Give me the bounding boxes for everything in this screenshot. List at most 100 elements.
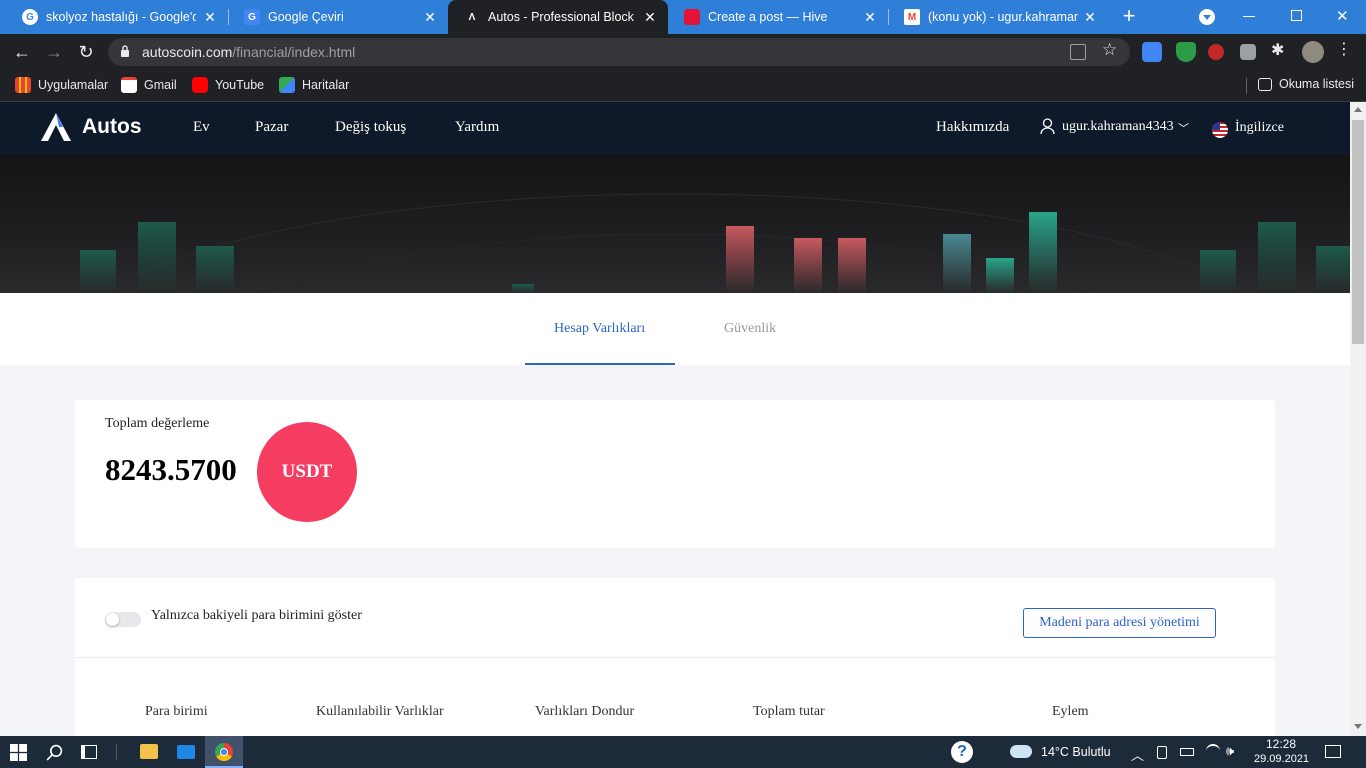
close-icon[interactable]: ✕ [862, 9, 878, 26]
lock-icon [121, 45, 129, 57]
valuation-card: Toplam değerleme 8243.5700 USDT [75, 400, 1275, 548]
autos-logo-icon [41, 113, 71, 141]
bookmark-star-icon[interactable]: ☆ [1102, 40, 1117, 60]
mail-icon[interactable] [177, 745, 195, 759]
nav-exchange[interactable]: Değiş tokuş [335, 119, 406, 136]
column-header-action: Eylem [1052, 704, 1089, 719]
google-icon: G [22, 9, 38, 25]
file-explorer-icon[interactable] [140, 744, 158, 759]
browser-tab-gmail[interactable]: M (konu yok) - ugur.kahraman4 ✕ [888, 0, 1108, 34]
valuation-amount: 8243.5700 [105, 452, 237, 487]
reading-list-icon [1258, 77, 1272, 91]
chrome-taskbar-button[interactable] [205, 736, 243, 768]
key-extension-icon[interactable] [1208, 44, 1224, 60]
bookmark-divider [1246, 78, 1247, 94]
shield-extension-icon[interactable] [1176, 42, 1196, 62]
scrollbar-thumb[interactable] [1352, 120, 1364, 344]
new-tab-plus-icon[interactable]: + [1118, 5, 1140, 27]
chevron-up-icon[interactable]: ︿ [1131, 745, 1144, 764]
coin-address-management-button[interactable]: Madeni para adresi yönetimi [1023, 608, 1216, 638]
copy-extension-icon[interactable] [1240, 44, 1256, 60]
chevron-down-icon: ﹀ [1178, 123, 1189, 135]
bookmark-label: Gmail [144, 78, 177, 92]
taskbar-divider [116, 744, 117, 760]
weather-text[interactable]: 14°C Bulutlu [1041, 745, 1111, 759]
device-icon[interactable] [1157, 746, 1167, 759]
wifi-icon[interactable] [1206, 744, 1220, 758]
clock-time[interactable]: 12:28 [1266, 737, 1296, 751]
forward-arrow-icon[interactable]: → [42, 40, 66, 64]
currency-badge: USDT [257, 422, 357, 522]
gmail-icon [121, 77, 137, 93]
tab-label: Create a post — Hive [708, 10, 828, 24]
us-flag-icon [1212, 122, 1228, 138]
bookmark-gmail[interactable]: Gmail [121, 77, 177, 93]
bookmark-label: Haritalar [302, 78, 350, 92]
search-icon[interactable] [46, 744, 63, 761]
assets-card: Yalnızca bakiyeli para birimini göster M… [75, 578, 1275, 748]
close-icon[interactable]: ✕ [202, 9, 218, 26]
battery-icon[interactable] [1180, 748, 1194, 756]
browser-tab-autos[interactable]: Λ Autos - Professional Block Ch ✕ [448, 0, 668, 34]
chrome-icon [215, 743, 233, 761]
tab-account-assets[interactable]: Hesap Varlıkları [554, 321, 645, 337]
apps-grid-icon [15, 77, 31, 93]
close-icon[interactable]: ✕ [642, 9, 658, 26]
translate-page-icon[interactable] [1070, 44, 1086, 60]
browser-tab-google-search[interactable]: G skolyoz hastalığı - Google'da ✕ [6, 0, 228, 34]
bookmark-maps[interactable]: Haritalar [279, 77, 349, 93]
scroll-down-arrow-icon[interactable] [1354, 724, 1362, 729]
tab-search-icon[interactable] [1199, 9, 1215, 25]
bookmark-youtube[interactable]: YouTube [192, 77, 264, 93]
browser-tab-hive[interactable]: Create a post — Hive ✕ [668, 0, 888, 34]
extensions-puzzle-icon[interactable]: ✱ [1271, 40, 1291, 60]
tab-label: skolyoz hastalığı - Google'da [46, 10, 196, 24]
bookmark-apps[interactable]: Uygulamalar [15, 77, 108, 93]
active-tab-indicator [525, 363, 675, 365]
reading-list[interactable]: Okuma listesi [1258, 77, 1354, 91]
browser-tab-bar: G skolyoz hastalığı - Google'da ✕ G Goog… [0, 0, 1366, 34]
windows-taskbar: ? 14°C Bulutlu ︿ 🕪 12:28 29.09.2021 [0, 736, 1366, 768]
window-close-icon[interactable]: ✕ [1336, 7, 1349, 25]
valuation-label: Toplam değerleme [105, 416, 210, 431]
clock-date[interactable]: 29.09.2021 [1254, 753, 1309, 765]
nav-home[interactable]: Ev [193, 119, 210, 136]
scroll-up-arrow-icon[interactable] [1354, 107, 1362, 112]
nav-help[interactable]: Yardım [455, 119, 499, 136]
task-view-icon[interactable] [81, 745, 97, 759]
toggle-label: Yalnızca bakiyeli para birimini göster [151, 608, 362, 623]
google-translate-icon: G [244, 9, 260, 25]
balance-only-toggle[interactable] [105, 612, 141, 627]
address-bar[interactable]: autoscoin.com/financial/index.html ☆ [108, 38, 1130, 66]
hero-banner [0, 154, 1350, 293]
back-arrow-icon[interactable]: ← [10, 40, 34, 64]
brand-logo[interactable]: Autos [40, 112, 142, 142]
windows-start-icon[interactable] [10, 744, 27, 761]
profile-avatar[interactable] [1302, 41, 1324, 63]
bookmark-label: YouTube [215, 78, 265, 92]
maps-icon [279, 77, 295, 93]
cloud-icon [1010, 745, 1032, 758]
bookmarks-bar: Uygulamalar Gmail YouTube Haritalar Okum… [0, 70, 1366, 102]
site-header: Autos Ev Pazar Değiş tokuş Yardım Hakkım… [0, 102, 1350, 154]
reading-list-label: Okuma listesi [1279, 77, 1355, 91]
reload-icon[interactable]: ↻ [74, 40, 98, 64]
nav-market[interactable]: Pazar [255, 119, 288, 136]
minimize-icon[interactable] [1243, 16, 1255, 17]
restore-icon[interactable] [1291, 10, 1302, 21]
tab-label: (konu yok) - ugur.kahraman4 [928, 10, 1078, 24]
close-icon[interactable]: ✕ [422, 9, 438, 26]
page-scrollbar[interactable] [1350, 102, 1366, 736]
gmail-icon: M [904, 9, 920, 25]
browser-tab-google-translate[interactable]: G Google Çeviri ✕ [228, 0, 448, 34]
help-icon[interactable]: ? [951, 741, 973, 763]
notifications-icon[interactable] [1325, 745, 1341, 758]
google-translate-extension-icon[interactable] [1142, 42, 1162, 62]
menu-dots-icon[interactable]: ⋮ [1336, 39, 1356, 59]
brand-name: Autos [82, 115, 142, 138]
hero-bars-illustration [80, 193, 1350, 293]
close-icon[interactable]: ✕ [1082, 9, 1098, 26]
nav-about[interactable]: Hakkımızda [936, 119, 1009, 136]
volume-icon[interactable]: 🕪 [1226, 743, 1234, 759]
tab-security[interactable]: Güvenlik [724, 321, 776, 337]
